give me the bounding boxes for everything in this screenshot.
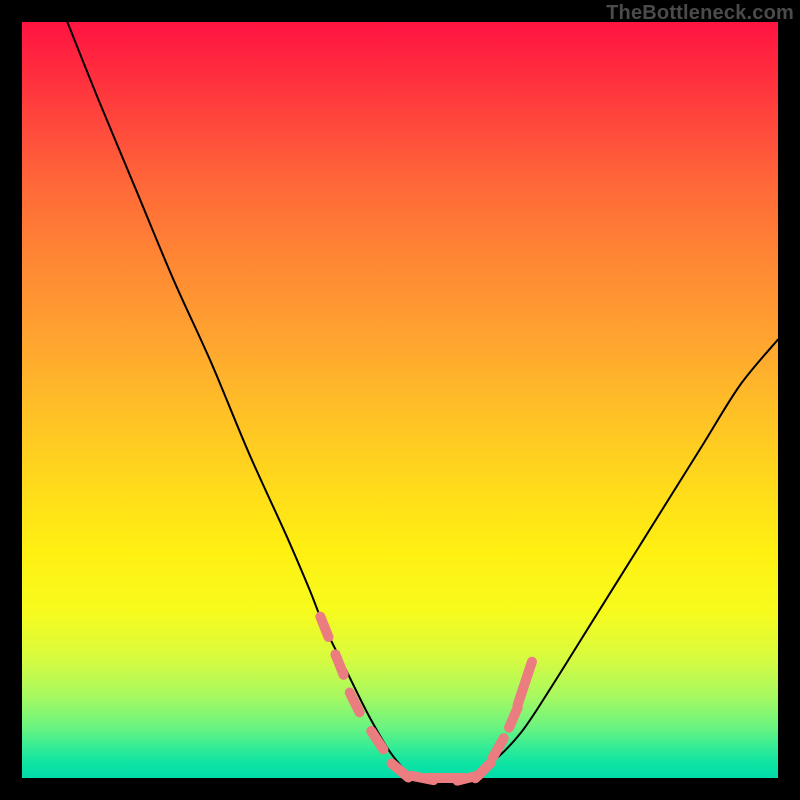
plot-area bbox=[22, 22, 778, 778]
bottleneck-curve bbox=[67, 22, 778, 780]
highlight-marker bbox=[371, 731, 383, 749]
curve-svg bbox=[22, 22, 778, 778]
highlight-marker bbox=[509, 707, 518, 727]
highlight-marker bbox=[392, 763, 409, 777]
highlight-marker bbox=[335, 654, 343, 674]
highlight-marker bbox=[517, 684, 524, 705]
highlight-marker bbox=[475, 763, 491, 779]
highlight-marker bbox=[525, 662, 532, 683]
curve-group bbox=[67, 22, 778, 780]
highlight-marker bbox=[320, 617, 328, 637]
chart-frame: TheBottleneck.com bbox=[0, 0, 800, 800]
